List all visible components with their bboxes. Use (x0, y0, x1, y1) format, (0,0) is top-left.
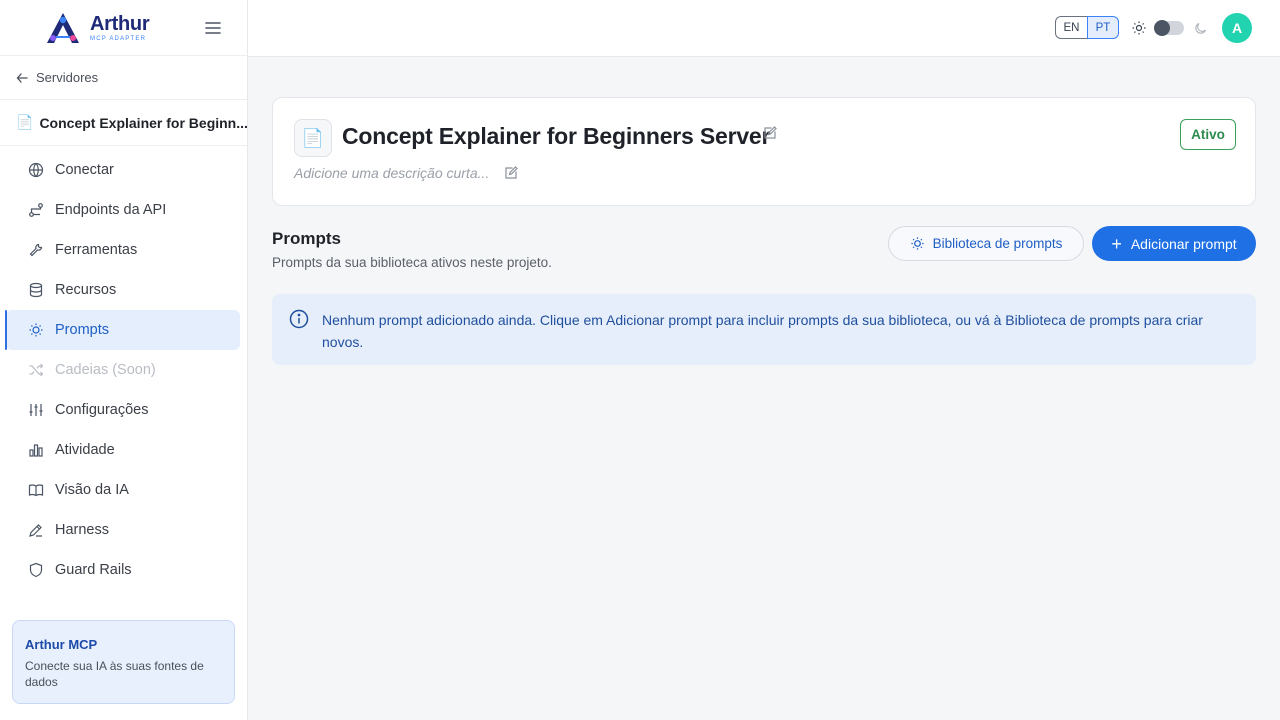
wrench-icon (29, 243, 43, 257)
sidebar-item-label: Prompts (55, 322, 109, 338)
database-icon (29, 282, 43, 298)
sidebar-item-harness[interactable]: Harness (6, 510, 240, 550)
lightbulb-icon (910, 237, 924, 250)
document-icon: 📄 (16, 114, 34, 130)
theme-toggle[interactable] (1154, 20, 1184, 36)
sidebar-item-atividade[interactable]: Atividade (6, 430, 240, 470)
sidebar-item-label: Ferramentas (55, 242, 138, 258)
globe-icon (28, 162, 44, 178)
project-name: Concept Explainer for Beginn... (39, 114, 247, 131)
sidebar-item-configuracoes[interactable]: Configurações (6, 390, 240, 430)
book-icon (28, 484, 44, 497)
shuffle-icon (29, 363, 44, 377)
sidebar-item-label: Atividade (55, 442, 115, 458)
sidebar-item-cadeias: Cadeias (Soon) (6, 350, 240, 390)
empty-state-message: Nenhum prompt adicionado ainda. Clique e… (322, 312, 1203, 350)
pen-icon (29, 524, 42, 537)
arthur-logo-icon (47, 12, 79, 43)
brand-subtitle: MCP ADAPTER (90, 35, 147, 42)
edit-title-icon[interactable] (763, 126, 777, 140)
lightbulb-icon (29, 323, 43, 337)
top-bar: EN PT A (248, 0, 1280, 57)
sidebar-item-recursos[interactable]: Recursos (6, 270, 240, 310)
hamburger-menu-icon[interactable] (204, 19, 222, 37)
promo-title: Arthur MCP (25, 637, 98, 652)
add-prompt-label: Adicionar prompt (1130, 235, 1237, 252)
brand-name: Arthur (90, 12, 150, 35)
back-to-servers-link[interactable]: Servidores (0, 56, 247, 100)
route-icon (29, 203, 43, 217)
document-icon: 📄 (294, 119, 332, 157)
sidebar-item-guard-rails[interactable]: Guard Rails (6, 550, 240, 590)
current-project: 📄 Concept Explainer for Beginn... (0, 100, 247, 146)
sidebar-item-visao-da-ia[interactable]: Visão da IA (6, 470, 240, 510)
sidebar-item-endpoints[interactable]: Endpoints da API (6, 190, 240, 230)
shield-icon (29, 562, 43, 578)
sidebar-nav: Conectar Endpoints da API Ferramentas Re… (0, 146, 247, 590)
empty-state-alert: Nenhum prompt adicionado ainda. Clique e… (272, 294, 1256, 365)
sidebar-item-label: Cadeias (Soon) (55, 362, 156, 378)
lang-en-button[interactable]: EN (1055, 16, 1087, 39)
sun-icon (1132, 21, 1146, 35)
sidebar-item-label: Endpoints da API (55, 202, 167, 218)
moon-icon (1195, 22, 1207, 34)
arrow-left-icon (16, 72, 28, 83)
add-prompt-button[interactable]: + Adicionar prompt (1092, 226, 1256, 261)
page-title: Concept Explainer for Beginners Server (342, 123, 771, 149)
plus-icon: + (1111, 233, 1122, 254)
sidebar: Arthur MCP ADAPTER Servidores 📄 Concept … (0, 0, 248, 720)
edit-description-icon[interactable] (504, 166, 518, 180)
status-badge: Ativo (1180, 119, 1236, 150)
sidebar-item-label: Guard Rails (55, 562, 132, 578)
promo-description: Conecte sua IA às suas fontes de dados (25, 659, 204, 689)
back-link-label: Servidores (36, 70, 99, 85)
sidebar-item-prompts[interactable]: Prompts (5, 310, 240, 350)
brand-header: Arthur MCP ADAPTER (0, 0, 247, 56)
description-placeholder[interactable]: Adicione uma descrição curta... (294, 165, 489, 181)
info-icon (289, 309, 309, 329)
sidebar-item-label: Visão da IA (55, 482, 129, 498)
sidebar-item-label: Conectar (55, 162, 114, 178)
sidebar-item-label: Harness (55, 522, 109, 538)
sidebar-item-label: Recursos (55, 282, 117, 298)
prompts-section-subtitle: Prompts da sua biblioteca ativos neste p… (272, 255, 552, 270)
language-switcher: EN PT (1055, 16, 1119, 39)
sidebar-item-conectar[interactable]: Conectar (6, 150, 240, 190)
prompts-section-title: Prompts (272, 229, 341, 248)
toggle-knob (1154, 20, 1170, 36)
bar-chart-icon (29, 444, 43, 457)
server-header-card: 📄 Concept Explainer for Beginners Server… (272, 97, 1256, 206)
sidebar-item-ferramentas[interactable]: Ferramentas (6, 230, 240, 270)
prompt-library-label: Biblioteca de prompts (932, 236, 1063, 251)
promo-card: Arthur MCP Conecte sua IA às suas fontes… (12, 620, 235, 704)
sliders-icon (29, 404, 43, 416)
prompt-library-button[interactable]: Biblioteca de prompts (888, 226, 1084, 261)
lang-pt-button[interactable]: PT (1087, 16, 1119, 39)
sidebar-item-label: Configurações (55, 402, 149, 418)
user-avatar[interactable]: A (1222, 13, 1252, 43)
